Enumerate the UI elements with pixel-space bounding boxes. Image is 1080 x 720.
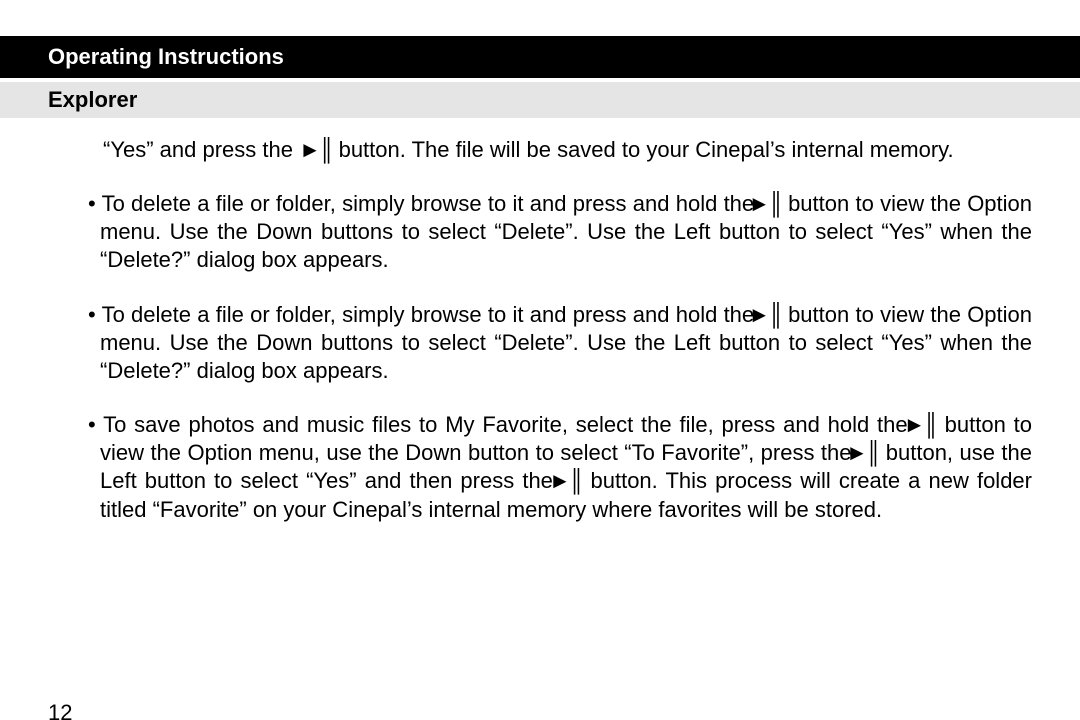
- subheader-bar: Explorer: [0, 82, 1080, 118]
- body-text: “Yes” and press the ►║ button. The file …: [0, 118, 1080, 524]
- bullet-item: To save photos and music files to My Fav…: [48, 411, 1032, 524]
- play-pause-icon: ►║: [858, 439, 879, 467]
- play-pause-icon: ►║: [760, 301, 781, 329]
- subheader-title: Explorer: [48, 87, 137, 112]
- bullet-text: To delete a file or folder, simply brows…: [102, 191, 761, 216]
- lead-post: button. The file will be saved to your C…: [339, 137, 954, 162]
- header-title: Operating Instructions: [48, 44, 284, 69]
- play-pause-icon: ►║: [299, 136, 332, 164]
- play-pause-icon: ►║: [760, 190, 781, 218]
- document-page: Operating Instructions Explorer “Yes” an…: [0, 36, 1080, 720]
- play-pause-icon: ►║: [915, 411, 936, 439]
- play-pause-icon: ►║: [561, 467, 582, 495]
- page-number: 12: [48, 700, 72, 720]
- bullet-item: To delete a file or folder, simply brows…: [48, 301, 1032, 385]
- lead-pre: “Yes” and press the: [103, 137, 299, 162]
- bullet-item: To delete a file or folder, simply brows…: [48, 190, 1032, 274]
- lead-paragraph: “Yes” and press the ►║ button. The file …: [103, 136, 1032, 164]
- header-bar: Operating Instructions: [0, 36, 1080, 78]
- bullet-text: To delete a file or folder, simply brows…: [102, 302, 761, 327]
- bullet-text: To save photos and music files to My Fav…: [103, 412, 915, 437]
